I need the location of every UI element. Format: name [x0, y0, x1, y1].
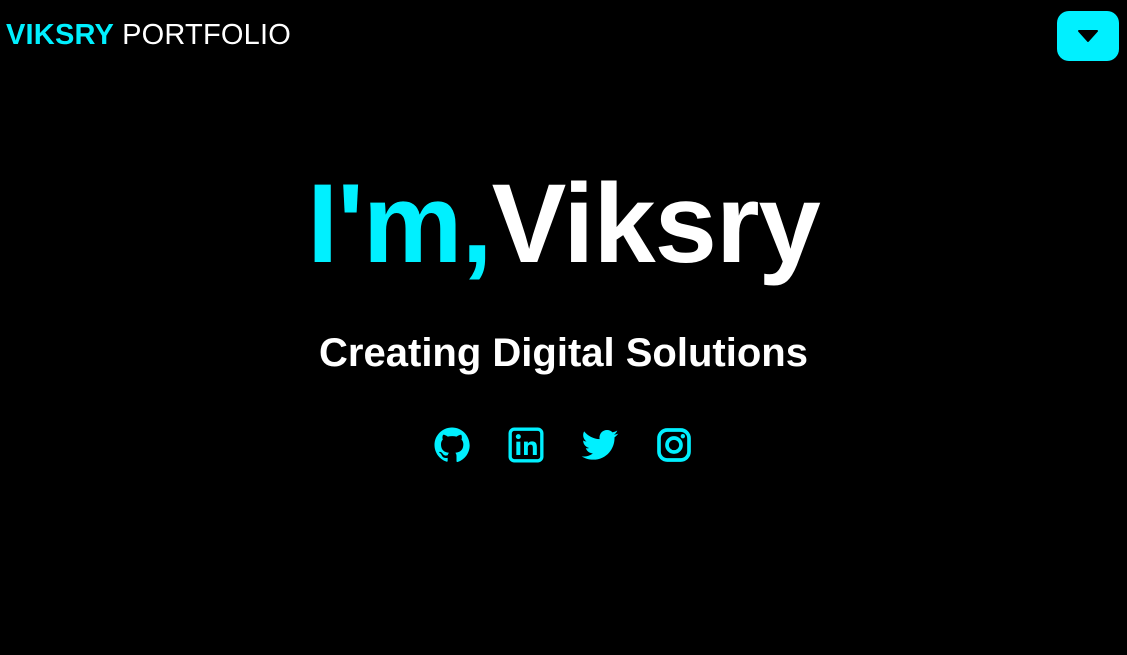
github-link[interactable]: [432, 425, 472, 465]
menu-toggle-button[interactable]: [1057, 11, 1119, 61]
portfolio-page: VIKSRY PORTFOLIO I'm,Viksry Creating Digi…: [0, 0, 1127, 655]
hero-title: I'm,Viksry: [0, 160, 1127, 288]
instagram-icon: [657, 428, 691, 462]
brand-logo[interactable]: VIKSRY PORTFOLIO: [6, 17, 291, 53]
brand-name: VIKSRY: [6, 19, 115, 51]
linkedin-link[interactable]: [506, 425, 546, 465]
twitter-icon: [581, 430, 619, 460]
caret-down-icon: [1078, 30, 1098, 42]
hero-name: Viksry: [491, 161, 821, 286]
instagram-link[interactable]: [654, 425, 694, 465]
social-links: [0, 425, 1127, 465]
hero-tagline: Creating Digital Solutions: [319, 331, 808, 375]
brand-suffix: PORTFOLIO: [122, 19, 291, 51]
hero-greeting: I'm,: [307, 161, 492, 286]
twitter-link[interactable]: [580, 425, 620, 465]
linkedin-icon: [508, 427, 544, 463]
github-icon: [434, 427, 470, 463]
